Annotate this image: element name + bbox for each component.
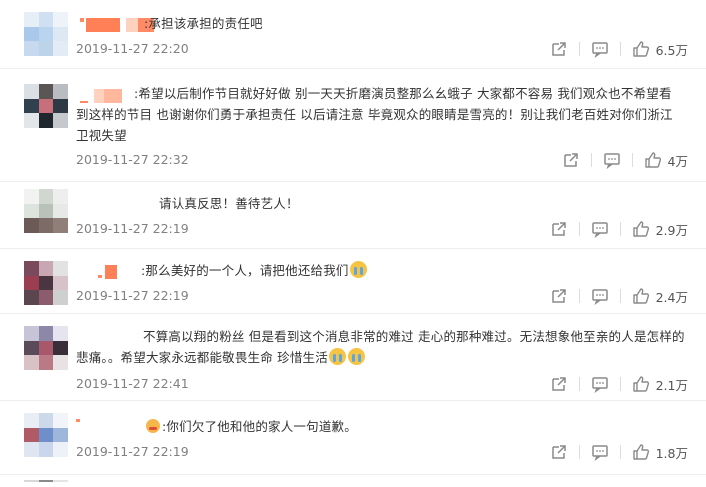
avatar[interactable] — [24, 261, 68, 305]
comment-icon[interactable] — [591, 220, 609, 238]
comment-timestamp: 2019-11-27 22:32 — [76, 152, 189, 167]
divider — [578, 222, 580, 236]
username-mosaic[interactable] — [98, 265, 117, 279]
avatar[interactable] — [24, 413, 68, 457]
username-mosaic[interactable] — [80, 18, 154, 32]
avatar[interactable] — [24, 326, 68, 370]
divider — [590, 153, 592, 167]
like-count: 1.8万 — [655, 445, 688, 461]
divider — [631, 153, 633, 167]
crying-emoji-icon — [349, 261, 367, 278]
crying-emoji-icon — [347, 348, 365, 365]
comment-body: 希望以后制作节目就好好做 别一天天折磨演员整那么幺蛾子 大家都不容易 我们观众也… — [76, 86, 673, 143]
divider — [619, 289, 621, 303]
share-icon[interactable] — [550, 220, 568, 238]
share-icon[interactable] — [550, 287, 568, 305]
comment-actions: 2.1万 — [550, 373, 688, 395]
like-count: 2.4万 — [655, 289, 688, 305]
like-count: 2.9万 — [655, 222, 688, 238]
divider — [578, 377, 580, 391]
thumbs-up-icon[interactable] — [644, 151, 662, 169]
divider — [619, 377, 621, 391]
thumbs-up-icon[interactable] — [632, 375, 650, 393]
divider — [578, 42, 580, 56]
username-mosaic[interactable] — [76, 419, 80, 433]
comment-item: :希望以后制作节目就好好做 别一天天折磨演员整那么幺蛾子 大家都不容易 我们观众… — [0, 68, 706, 182]
comment-actions: 6.5万 — [550, 38, 688, 60]
comment-timestamp: 2019-11-27 22:19 — [76, 444, 189, 459]
comment-timestamp: 2019-11-27 22:41 — [76, 376, 189, 391]
avatar[interactable] — [24, 480, 68, 487]
share-icon[interactable] — [550, 375, 568, 393]
comment-timestamp: 2019-11-27 22:19 — [76, 221, 189, 236]
comment-body: 那么美好的一个人，请把他还给我们 — [145, 263, 349, 278]
comment-item: :那么美好的一个人，请把他还给我们 2019-11-27 22:19 2.4万 — [0, 248, 706, 314]
share-icon[interactable] — [550, 40, 568, 58]
thumbs-up-icon[interactable] — [632, 220, 650, 238]
comment-item: :承担该承担的责任吧 2019-11-27 22:20 6.5万 — [0, 0, 706, 69]
comment-text: :承担该承担的责任吧 — [144, 13, 664, 34]
comment-icon[interactable] — [591, 287, 609, 305]
divider — [619, 445, 621, 459]
divider — [619, 42, 621, 56]
comment-timestamp: 2019-11-27 22:19 — [76, 288, 189, 303]
avatar[interactable] — [24, 84, 68, 128]
comment-body: 不算高以翔的粉丝 但是看到这个消息非常的难过 走心的那种难过。无法想象他至亲的人… — [76, 329, 685, 365]
comment-actions: 4万 — [562, 149, 688, 171]
comment-text: :你们欠了他和他的家人一句道歉。 — [146, 416, 646, 437]
comment-icon[interactable] — [591, 443, 609, 461]
comment-actions: 2.4万 — [550, 285, 688, 307]
comment-body: 承担该承担的责任吧 — [148, 16, 263, 31]
comment-body: 请认真反思！善待艺人！ — [159, 196, 299, 211]
comment-icon[interactable] — [603, 151, 621, 169]
comment-icon[interactable] — [591, 40, 609, 58]
like-count: 4万 — [667, 153, 688, 169]
comment-actions: 1.8万 — [550, 441, 688, 463]
comment-item: 请认真反思！善待艺人！ 2019-11-27 22:19 2.9万 — [0, 181, 706, 249]
angry-emoji-icon — [146, 419, 160, 433]
comment-text: :那么美好的一个人，请把他还给我们 — [141, 260, 641, 281]
share-icon[interactable] — [562, 151, 580, 169]
like-count: 6.5万 — [655, 42, 688, 58]
comment-text: 请认真反思！善待艺人！ — [159, 193, 659, 214]
comment-text: :希望以后制作节目就好好做 别一天天折磨演员整那么幺蛾子 大家都不容易 我们观众… — [76, 83, 684, 146]
share-icon[interactable] — [550, 443, 568, 461]
thumbs-up-icon[interactable] — [632, 40, 650, 58]
divider — [578, 445, 580, 459]
avatar[interactable] — [24, 12, 68, 56]
comment-text: 不算高以翔的粉丝 但是看到这个消息非常的难过 走心的那种难过。无法想象他至亲的人… — [76, 326, 686, 368]
divider — [578, 289, 580, 303]
comment-actions: 2.9万 — [550, 218, 688, 240]
divider — [619, 222, 621, 236]
comment-item: :你们欠了他和他的家人一句道歉。 2019-11-27 22:19 1.8万 — [0, 400, 706, 475]
thumbs-up-icon[interactable] — [632, 443, 650, 461]
comment-item: 不算高以翔的粉丝 但是看到这个消息非常的难过 走心的那种难过。无法想象他至亲的人… — [0, 313, 706, 401]
comment-icon[interactable] — [591, 375, 609, 393]
avatar[interactable] — [24, 189, 68, 233]
thumbs-up-icon[interactable] — [632, 287, 650, 305]
comment-body: 你们欠了他和他的家人一句道歉。 — [166, 419, 357, 434]
crying-emoji-icon — [328, 348, 346, 365]
comment-timestamp: 2019-11-27 22:20 — [76, 41, 189, 56]
like-count: 2.1万 — [655, 377, 688, 393]
